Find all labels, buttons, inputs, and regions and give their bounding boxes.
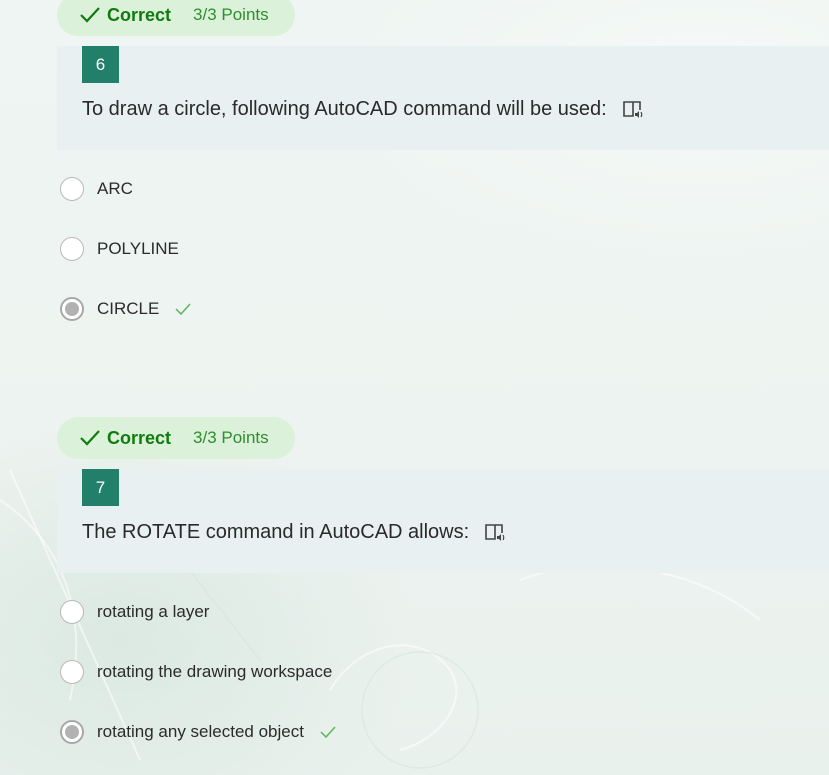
answer-option-selected[interactable]: rotating any selected object <box>60 719 336 745</box>
option-label: POLYLINE <box>97 239 179 258</box>
answer-option[interactable]: ARC <box>60 176 133 202</box>
option-label: rotating a layer <box>97 602 210 621</box>
answer-option[interactable]: rotating a layer <box>60 599 209 625</box>
points-label: 3/3 Points <box>193 5 269 24</box>
checkmark-icon <box>79 427 103 449</box>
option-label: CIRCLE <box>97 299 160 318</box>
checkmark-icon <box>175 302 191 316</box>
question-text: To draw a circle, following AutoCAD comm… <box>82 98 607 120</box>
result-badge: Correct 3/3 Points <box>57 0 295 36</box>
radio-button[interactable] <box>60 177 84 201</box>
question-text: The ROTATE command in AutoCAD allows: <box>82 521 470 543</box>
immersive-reader-icon[interactable] <box>621 99 645 121</box>
immersive-reader-icon[interactable] <box>483 522 507 544</box>
result-badge: Correct 3/3 Points <box>57 417 295 459</box>
result-status: Correct <box>107 4 172 25</box>
radio-button-selected[interactable] <box>60 297 84 321</box>
radio-button[interactable] <box>60 600 84 624</box>
option-label: rotating the drawing workspace <box>97 662 333 681</box>
radio-button[interactable] <box>60 237 84 261</box>
question-number: 7 <box>82 469 119 506</box>
radio-button-selected[interactable] <box>60 720 84 744</box>
answer-option-selected[interactable]: CIRCLE <box>60 296 191 322</box>
points-label: 3/3 Points <box>193 428 269 447</box>
question-text-row: The ROTATE command in AutoCAD allows: <box>82 521 507 544</box>
radio-button[interactable] <box>60 660 84 684</box>
result-status: Correct <box>107 427 172 448</box>
answer-option[interactable]: rotating the drawing workspace <box>60 659 332 685</box>
checkmark-icon <box>79 4 103 26</box>
option-label: ARC <box>97 179 133 198</box>
question-box: 6 To draw a circle, following AutoCAD co… <box>57 46 829 150</box>
checkmark-icon <box>320 725 336 739</box>
question-box: 7 The ROTATE command in AutoCAD allows: <box>57 469 829 573</box>
question-text-row: To draw a circle, following AutoCAD comm… <box>82 98 645 121</box>
answer-option[interactable]: POLYLINE <box>60 236 179 262</box>
question-number: 6 <box>82 46 119 83</box>
option-label: rotating any selected object <box>97 722 304 741</box>
